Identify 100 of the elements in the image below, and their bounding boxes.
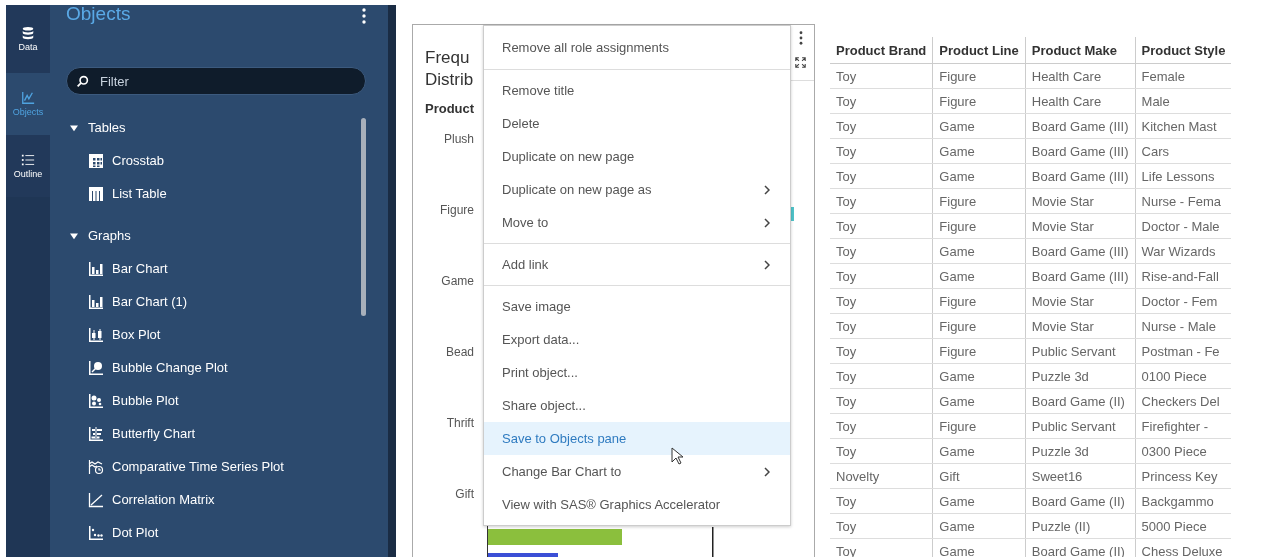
object-item[interactable]: Crosstab: [88, 144, 361, 177]
bubble-change-icon: [88, 359, 104, 376]
menu-item[interactable]: Print object...: [484, 356, 790, 389]
table-cell: Checkers Del: [1135, 388, 1232, 414]
menu-item[interactable]: Remove all role assignments: [484, 31, 790, 64]
table-cell: Novelty: [830, 463, 933, 489]
object-item[interactable]: Bubble Plot: [88, 384, 361, 417]
table-cell: Game: [932, 138, 1026, 164]
menu-item[interactable]: Delete: [484, 107, 790, 140]
table-cell: Toy: [830, 288, 933, 314]
table-cell: Game: [932, 513, 1026, 539]
category-label: Figure: [440, 203, 474, 219]
table-cell: Game: [932, 488, 1026, 514]
bar-icon: [88, 293, 104, 310]
table-cell: Game: [932, 238, 1026, 264]
reference-line: [712, 527, 714, 557]
object-item[interactable]: Dot Plot: [88, 516, 361, 549]
axis-label: Product: [425, 101, 474, 116]
object-item[interactable]: Bubble Change Plot: [88, 351, 361, 384]
table-cell: Rise-and-Fall: [1135, 263, 1232, 289]
object-item[interactable]: Bar Chart: [88, 252, 361, 285]
object-item[interactable]: Comparative Time Series Plot: [88, 450, 361, 483]
filter-field[interactable]: Filter: [66, 67, 366, 95]
chart-title: Frequ: [425, 47, 471, 69]
table-cell: Figure: [932, 63, 1026, 89]
list-icon: [21, 153, 35, 167]
table-cell: Figure: [932, 88, 1026, 114]
object-item[interactable]: Correlation Matrix: [88, 483, 361, 516]
menu-item[interactable]: Save to Objects pane: [484, 422, 790, 455]
table-cell: Toy: [830, 338, 933, 364]
table-cell: Board Game (III): [1025, 113, 1136, 139]
table-cell: Game: [932, 388, 1026, 414]
chart-title: Distrib: [425, 69, 474, 91]
menu-item[interactable]: Share object...: [484, 389, 790, 422]
table-cell: Puzzle 3d: [1025, 363, 1136, 389]
table-cell: Puzzle 3d: [1025, 438, 1136, 464]
more-options-icon[interactable]: [362, 8, 366, 24]
menu-item[interactable]: Duplicate on new page as: [484, 173, 790, 206]
menu-item[interactable]: Save image: [484, 290, 790, 323]
category-label: Bead: [445, 345, 474, 361]
column-header[interactable]: Product Line: [932, 37, 1026, 64]
table-cell: Doctor - Fem: [1135, 288, 1232, 314]
column-header[interactable]: Product Style: [1135, 37, 1232, 64]
table-cell: 0100 Piece: [1135, 363, 1232, 389]
table-cell: Toy: [830, 413, 933, 439]
object-item[interactable]: Butterfly Chart: [88, 417, 361, 450]
tree-group[interactable]: Tables: [70, 111, 361, 144]
crosstab-icon: [88, 152, 104, 169]
tree-group[interactable]: Graphs: [70, 219, 361, 252]
table-cell: Toy: [830, 263, 933, 289]
table-cell: Board Game (III): [1025, 238, 1136, 264]
table-cell: Board Game (III): [1025, 263, 1136, 289]
category-label: Game: [441, 274, 474, 290]
menu-item[interactable]: Change Bar Chart to: [484, 455, 790, 488]
table-cell: Toy: [830, 63, 933, 89]
table-cell: Toy: [830, 313, 933, 339]
menu-item[interactable]: Move to: [484, 206, 790, 239]
table-cell: Public Servant: [1025, 413, 1136, 439]
table-cell: Movie Star: [1025, 288, 1136, 314]
menu-item[interactable]: View with SAS® Graphics Accelerator: [484, 488, 790, 521]
time-series-icon: [88, 458, 104, 475]
table-cell: Puzzle (II): [1025, 513, 1136, 539]
scrollbar[interactable]: [361, 118, 366, 316]
table-cell: Board Game (II): [1025, 488, 1136, 514]
table-cell: Game: [932, 438, 1026, 464]
menu-item[interactable]: Export data...: [484, 323, 790, 356]
object-item[interactable]: List Table: [88, 177, 361, 210]
menu-item[interactable]: Add link: [484, 248, 790, 281]
category-label: Plush: [443, 132, 474, 148]
table-cell: Princess Key: [1135, 463, 1232, 489]
table-cell: Toy: [830, 488, 933, 514]
rail-tab[interactable]: Data: [6, 5, 50, 73]
pane-title: Objects: [66, 3, 131, 25]
more-options-icon[interactable]: [798, 31, 803, 45]
column-header[interactable]: Product Brand: [830, 37, 933, 64]
table-cell: Toy: [830, 188, 933, 214]
table-cell: Toy: [830, 138, 933, 164]
table-cell: Figure: [932, 188, 1026, 214]
column-header[interactable]: Product Make: [1025, 37, 1136, 64]
object-item[interactable]: Bar Chart (1): [88, 285, 361, 318]
table-cell: Movie Star: [1025, 188, 1136, 214]
rail-tab[interactable]: Outline: [6, 135, 50, 197]
table-cell: Board Game (III): [1025, 163, 1136, 189]
table-cell: 0300 Piece: [1135, 438, 1232, 464]
menu-item[interactable]: Remove title: [484, 74, 790, 107]
correlation-icon: [88, 491, 104, 508]
table-cell: Toy: [830, 513, 933, 539]
table-cell: Toy: [830, 213, 933, 239]
table-cell: Game: [932, 363, 1026, 389]
table-cell: Postman - Fe: [1135, 338, 1232, 364]
table-cell: Female: [1135, 63, 1232, 89]
maximize-icon[interactable]: [795, 57, 806, 68]
table-cell: Gift: [932, 463, 1026, 489]
object-item[interactable]: Box Plot: [88, 318, 361, 351]
table-cell: Life Lessons: [1135, 163, 1232, 189]
table-cell: Toy: [830, 163, 933, 189]
table-cell: Game: [932, 163, 1026, 189]
table-cell: Toy: [830, 438, 933, 464]
menu-item[interactable]: Duplicate on new page: [484, 140, 790, 173]
table-cell: Board Game (III): [1025, 138, 1136, 164]
